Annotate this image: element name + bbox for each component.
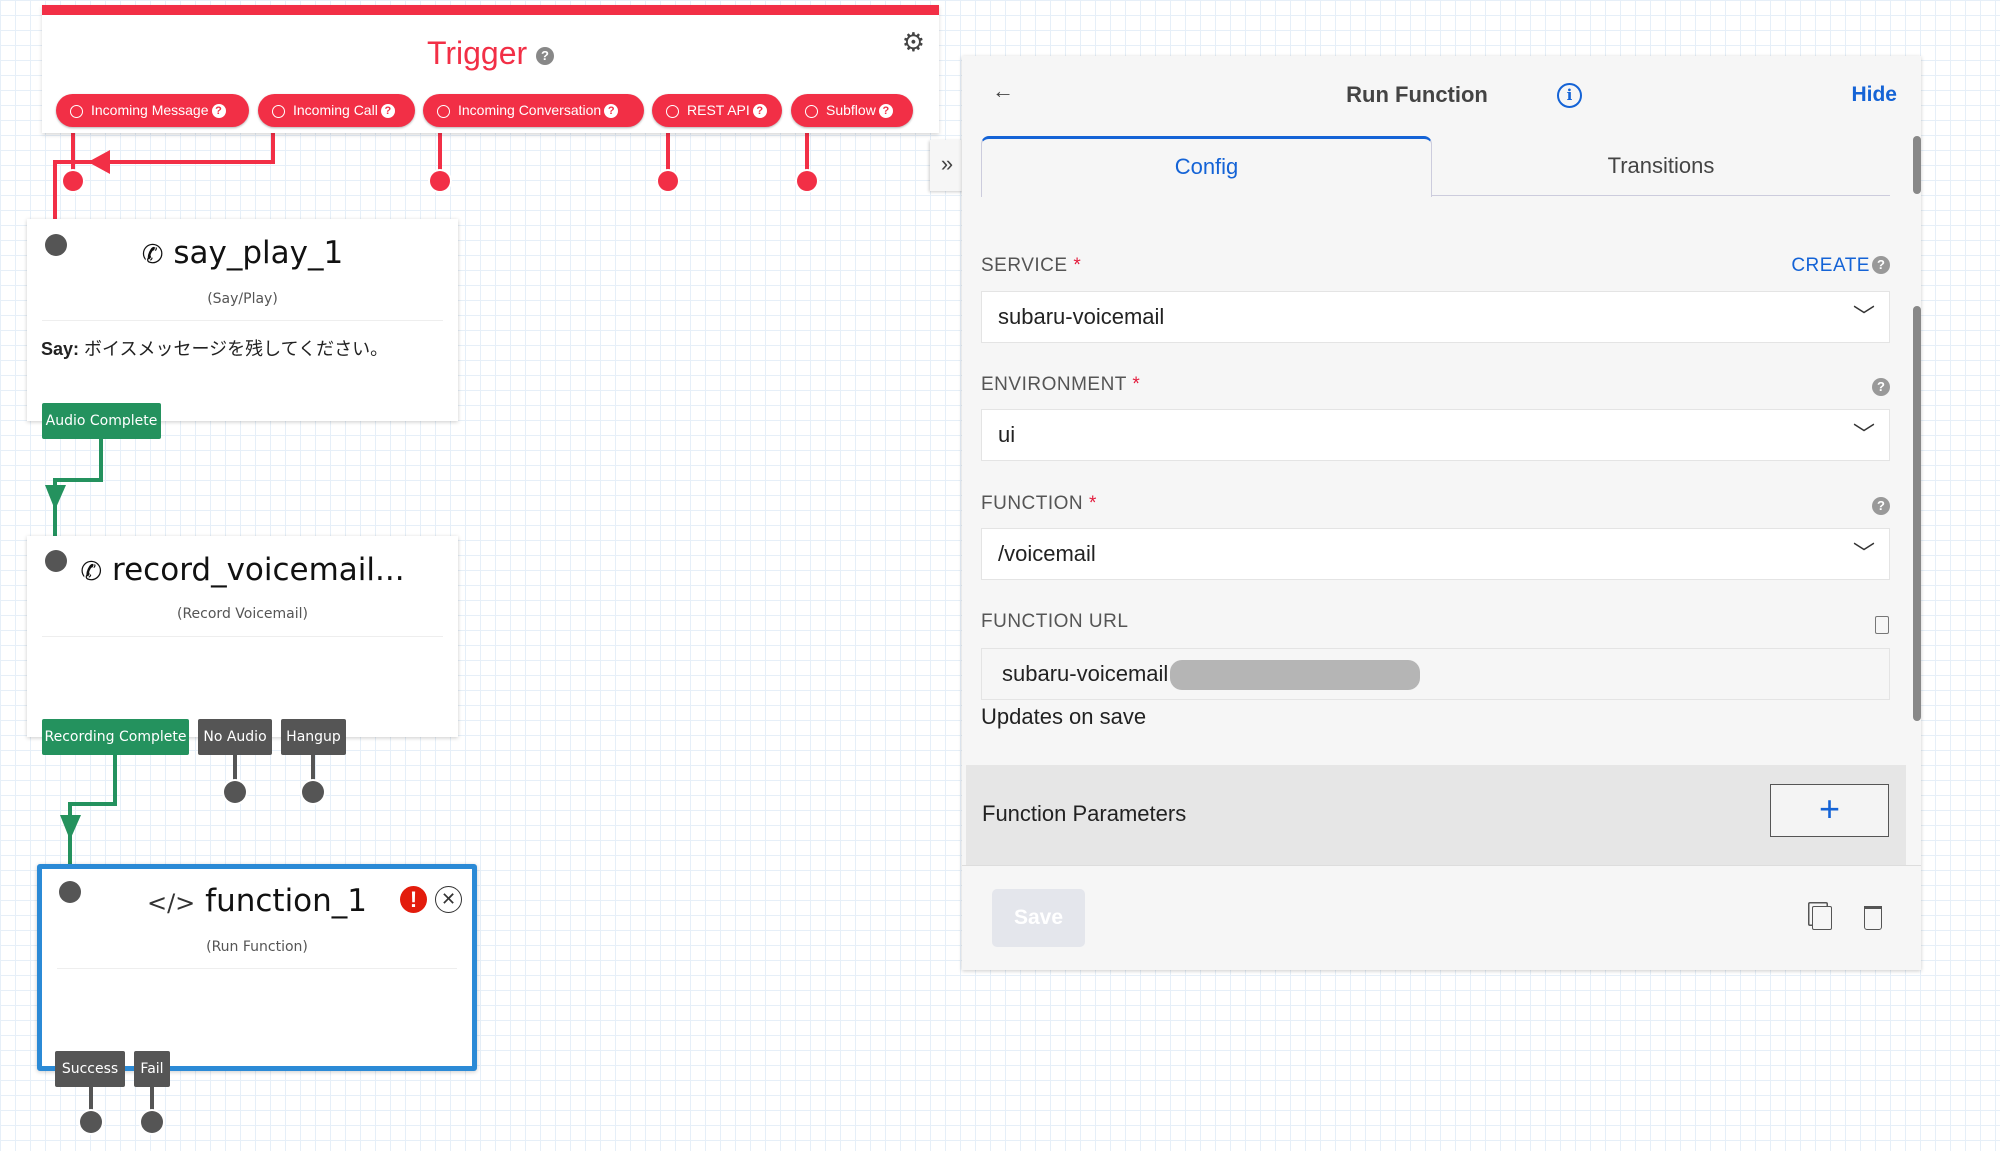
input-dot[interactable] [59, 881, 81, 903]
gear-icon[interactable]: ⚙ [902, 27, 925, 58]
scrollbar[interactable] [1913, 136, 1921, 194]
collapse-panel-button[interactable]: » [930, 140, 964, 191]
widget-record-voicemail[interactable]: ✆ record_voicemail... (Record Voicemail) [27, 536, 458, 737]
help-icon[interactable]: ? [1872, 497, 1890, 515]
input-dot[interactable] [45, 550, 67, 572]
service-select[interactable]: subaru-voicemail ﹀ [981, 291, 1890, 343]
code-icon: </> [146, 889, 196, 917]
help-icon[interactable]: ? [536, 46, 555, 65]
close-icon[interactable]: ✕ [435, 886, 462, 913]
widget-type: (Say/Play) [207, 291, 278, 307]
trigger-incoming-call[interactable]: Incoming Call? [258, 94, 415, 127]
function-parameters-label: Function Parameters [982, 801, 1187, 826]
function-label: FUNCTION * [981, 493, 1097, 514]
connector-dot[interactable] [658, 171, 678, 191]
transition-hangup[interactable]: Hangup [281, 719, 346, 755]
chevron-down-icon: ﹀ [1852, 422, 1875, 447]
service-label: SERVICE * [981, 255, 1082, 276]
connector-dot[interactable] [63, 171, 83, 191]
arrow-head [60, 815, 81, 840]
trigger-subflow[interactable]: Subflow? [791, 94, 913, 127]
trigger-incoming-message[interactable]: Incoming Message? [56, 94, 249, 127]
arrow-head [45, 485, 66, 510]
help-icon: ? [752, 104, 767, 119]
say-text: Say: ボイスメッセージを残してください。 [41, 339, 389, 359]
trigger-rest-api[interactable]: REST API? [652, 94, 782, 127]
transition-audio-complete[interactable]: Audio Complete [42, 403, 161, 439]
connector-dot[interactable] [80, 1111, 102, 1133]
connector-dot[interactable] [141, 1111, 163, 1133]
copy-icon[interactable] [1875, 616, 1889, 634]
help-icon: ? [380, 104, 395, 119]
function-url-field[interactable]: subaru-voicemail [981, 648, 1890, 700]
widget-title: ✆ say_play_1 [141, 235, 344, 271]
help-icon: ? [604, 104, 619, 119]
tab-config[interactable]: Config [981, 136, 1432, 197]
save-button[interactable]: Save [992, 889, 1085, 947]
connector-dot[interactable] [430, 171, 450, 191]
back-arrow-icon[interactable]: ← [992, 78, 1014, 104]
function-select[interactable]: /voicemail ﹀ [981, 528, 1890, 580]
config-panel: ← Run Function i Hide Config Transitions… [962, 56, 1921, 970]
environment-select[interactable]: ui ﹀ [981, 409, 1890, 461]
widget-function-1[interactable]: </> function_1 (Run Function) ! ✕ [37, 864, 477, 1071]
connector-dot[interactable] [302, 781, 324, 803]
redacted-region [1170, 660, 1421, 691]
connector-dot[interactable] [224, 781, 246, 803]
connector-dot[interactable] [797, 171, 817, 191]
help-icon[interactable]: ? [1872, 256, 1890, 274]
widget-type: (Run Function) [206, 939, 308, 955]
chevron-down-icon: ﹀ [1852, 304, 1875, 329]
info-icon[interactable]: i [1557, 83, 1582, 108]
widget-say-play-1[interactable]: ✆ say_play_1 (Say/Play) Say: ボイスメッセージを残し… [27, 219, 458, 421]
phone-icon: ✆ [141, 240, 164, 270]
add-parameter-button[interactable]: + [1770, 784, 1889, 837]
scrollbar[interactable] [1913, 306, 1921, 721]
transition-recording-complete[interactable]: Recording Complete [42, 719, 189, 755]
transition-no-audio[interactable]: No Audio [198, 719, 272, 755]
phone-icon: ✆ [80, 557, 103, 587]
trash-icon[interactable] [1864, 906, 1882, 930]
create-link[interactable]: CREATE [1791, 255, 1870, 277]
updates-note: Updates on save [981, 704, 1147, 729]
transition-fail[interactable]: Fail [134, 1051, 170, 1087]
duplicate-icon[interactable] [1812, 906, 1832, 930]
connector-recording-complete [68, 755, 117, 864]
arrow-head [88, 150, 110, 174]
trigger-title: Trigger ? [42, 35, 939, 72]
error-icon: ! [400, 886, 427, 913]
trigger-incoming-conversation[interactable]: Incoming Conversation? [423, 94, 644, 127]
input-dot[interactable] [45, 234, 67, 256]
transition-success[interactable]: Success [55, 1051, 125, 1087]
help-icon[interactable]: ? [1872, 378, 1890, 396]
environment-label: ENVIRONMENT * [981, 374, 1141, 395]
tab-transitions[interactable]: Transitions [1432, 136, 1890, 196]
widget-type: (Record Voicemail) [177, 606, 308, 622]
panel-title: Run Function [1346, 82, 1488, 107]
trigger-widget[interactable]: Trigger ? ⚙ Incoming Message? Incoming C… [42, 5, 939, 133]
chevron-down-icon: ﹀ [1852, 541, 1875, 566]
function-parameters-section: Function Parameters + [966, 765, 1906, 865]
help-icon: ? [878, 104, 893, 119]
function-url-label: FUNCTION URL [981, 611, 1129, 632]
hide-button[interactable]: Hide [1851, 83, 1897, 107]
help-icon: ? [211, 104, 226, 119]
